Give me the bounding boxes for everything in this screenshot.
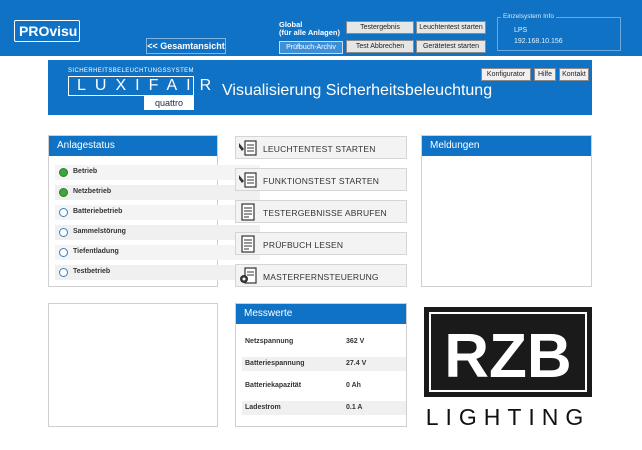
leuchtentest-starten-button[interactable]: Leuchtentest starten	[416, 21, 486, 34]
lighting-wordmark: LIGHTING	[425, 404, 591, 430]
status-label: Tiefentladung	[73, 248, 119, 255]
test-abbrechen-button[interactable]: Test Abbrechen	[346, 40, 414, 53]
status-row: Testbetrieb	[55, 265, 260, 280]
banner-title: Visualisierung Sicherheitsbeleuchtung	[222, 82, 493, 99]
status-row: Tiefentladung	[55, 245, 260, 260]
status-row: Netzbetrieb	[55, 185, 260, 200]
messwerte-title: Messwerte	[236, 304, 406, 324]
anlagestatus-title: Anlagestatus	[49, 136, 217, 156]
leuchtentest-label: LEUCHTENTEST STARTEN	[263, 144, 376, 154]
konfigurator-button[interactable]: Konfigurator	[481, 68, 531, 81]
single-system-info: Einzelsystem Info LPS 192.168.10.156	[497, 13, 621, 51]
status-inactive-icon	[59, 268, 68, 277]
status-inactive-icon	[59, 248, 68, 257]
banner-subtitle: SICHERHEITSBELEUCHTUNGSSYSTEM	[68, 68, 194, 74]
document-icon	[241, 203, 255, 221]
messwert-row: Ladestrom 0.1 A	[242, 401, 406, 415]
testergebnis-button[interactable]: Testergebnis	[346, 21, 414, 34]
geraetetest-starten-button[interactable]: Gerätetest starten	[416, 40, 486, 53]
messwert-row: Batteriespannung 27.4 V	[242, 357, 406, 371]
messwert-value: 0 Ah	[346, 382, 361, 389]
document-icon	[241, 235, 255, 253]
overview-back-button[interactable]: << Gesamtansicht	[146, 38, 226, 54]
messwert-row: Netzspannung 362 V	[242, 335, 406, 349]
status-label: Sammelstörung	[73, 228, 126, 235]
status-label: Batteriebetrieb	[73, 208, 123, 215]
status-active-icon	[59, 188, 68, 197]
pruefbuch-label: PRÜFBUCH LESEN	[263, 240, 344, 250]
funktionstest-action[interactable]: FUNKTIONSTEST STARTEN	[235, 168, 407, 191]
testergebnisse-label: TESTERGEBNISSE ABRUFEN	[263, 208, 387, 218]
status-row: Sammelstörung	[55, 225, 260, 240]
status-label: Testbetrieb	[73, 268, 111, 275]
pruefbuch-action[interactable]: PRÜFBUCH LESEN	[235, 232, 407, 255]
masterfernsteuerung-label: MASTERFERNSTEUERUNG	[263, 272, 379, 282]
single-system-ip: 192.168.10.156	[514, 38, 563, 45]
messwerte-panel: Messwerte Netzspannung 362 V Batteriespann…	[235, 303, 407, 427]
status-inactive-icon	[59, 228, 68, 237]
provisu-brand: PROvisu	[14, 20, 80, 42]
messwert-row: Batteriekapazität 0 Ah	[242, 379, 406, 393]
luxifair-banner: SICHERHEITSBELEUCHTUNGSSYSTEM LUXIFAIR q…	[48, 60, 592, 115]
messwert-value: 0.1 A	[346, 404, 363, 411]
messwert-label: Netzspannung	[245, 338, 294, 345]
provisu-screen: PROvisu << Gesamtansicht Global (für all…	[0, 0, 642, 450]
wrench-doc-icon	[239, 140, 257, 156]
rzb-logo-mark: RZB	[429, 312, 587, 392]
meldungen-title: Meldungen	[422, 136, 591, 156]
top-bar: PROvisu << Gesamtansicht Global (für all…	[0, 0, 642, 56]
messwert-label: Batteriespannung	[245, 360, 305, 367]
empty-panel	[48, 303, 218, 427]
testergebnisse-action[interactable]: TESTERGEBNISSE ABRUFEN	[235, 200, 407, 223]
luxifair-logo: LUXIFAIR	[68, 76, 211, 96]
rzb-logo-mark-text: RZB	[444, 322, 571, 391]
messwert-value: 27.4 V	[346, 360, 367, 367]
anlagestatus-panel: Anlagestatus Betrieb Netzbetrieb Batterieb…	[48, 135, 260, 287]
masterfernsteuerung-action[interactable]: MASTERFERNSTEUERUNG	[235, 264, 407, 287]
single-system-type: LPS	[514, 27, 528, 34]
messwert-value: 362 V	[346, 338, 365, 345]
status-inactive-icon	[59, 208, 68, 217]
status-label: Netzbetrieb	[73, 188, 112, 195]
single-system-title: Einzelsystem Info	[501, 13, 556, 20]
status-label: Betrieb	[73, 168, 98, 175]
messwert-label: Ladestrom	[245, 404, 281, 411]
wrench-doc-icon	[239, 172, 257, 188]
funktionstest-label: FUNKTIONSTEST STARTEN	[263, 176, 380, 186]
meldungen-panel: Meldungen	[421, 135, 592, 287]
status-active-icon	[59, 168, 68, 177]
kontakt-button[interactable]: Kontakt	[559, 68, 589, 81]
status-row: Batteriebetrieb	[55, 205, 260, 220]
rzb-logo: RZB	[424, 307, 592, 397]
pruefbuch-archiv-button[interactable]: Prüfbuch-Archiv	[279, 41, 343, 54]
hilfe-button[interactable]: Hilfe	[534, 68, 556, 81]
status-row: Betrieb	[55, 165, 260, 180]
quattro-badge: quattro	[144, 96, 194, 110]
leuchtentest-action[interactable]: LEUCHTENTEST STARTEN	[235, 136, 407, 159]
global-label: Global (für alle Anlagen)	[279, 21, 343, 37]
gear-doc-icon	[240, 267, 257, 284]
messwert-label: Batteriekapazität	[245, 382, 302, 389]
global-label-text: Global (für alle Anlagen)	[279, 20, 340, 37]
